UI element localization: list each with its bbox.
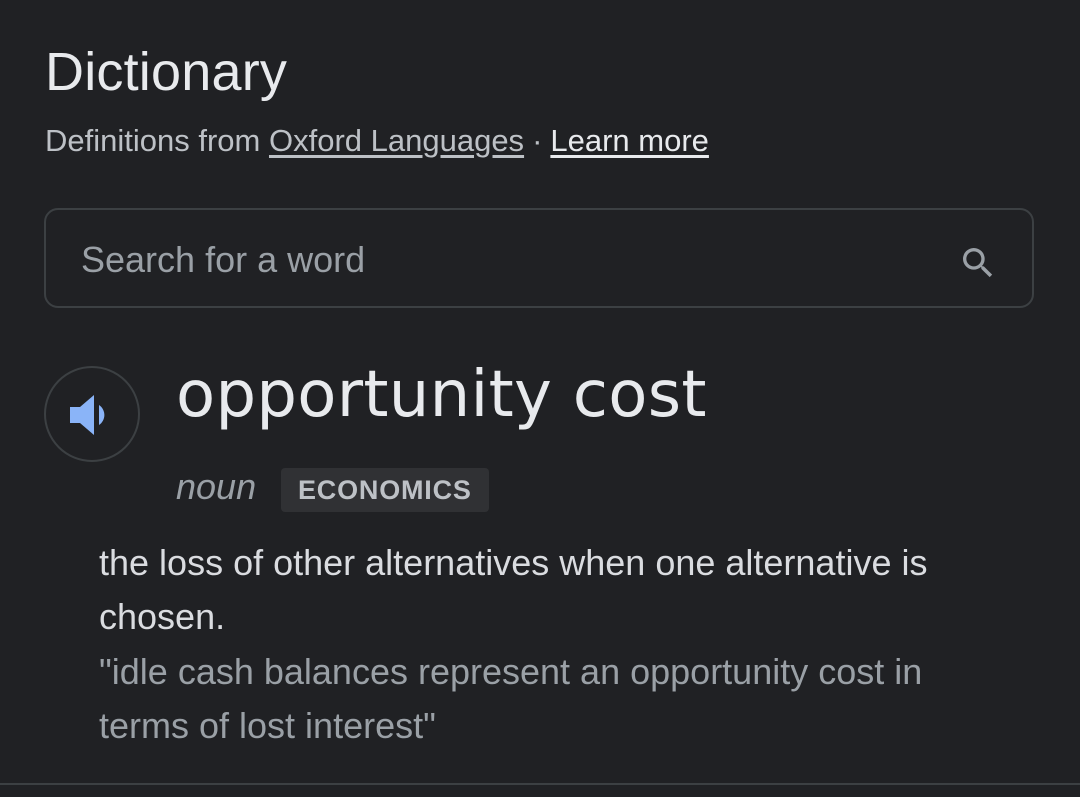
search-icon[interactable]: [958, 243, 998, 283]
source-line: Definitions from Oxford Languages · Learn …: [45, 121, 709, 161]
dictionary-card: Dictionary Definitions from Oxford Langu…: [0, 0, 1080, 797]
speaker-icon: [70, 395, 105, 435]
subject-label-badge: ECONOMICS: [281, 468, 489, 512]
example-sentence: "idle cash balances represent an opportu…: [99, 651, 923, 746]
separator-dot: ·: [532, 123, 543, 158]
bottom-divider: [0, 783, 1080, 785]
pronunciation-button[interactable]: [44, 366, 140, 462]
headword: opportunity cost: [176, 358, 707, 432]
learn-more-link[interactable]: Learn more: [550, 123, 709, 158]
definition-text: the loss of other alternatives when one …: [99, 542, 928, 637]
oxford-languages-link[interactable]: Oxford Languages: [269, 123, 524, 158]
dictionary-title: Dictionary: [45, 42, 288, 102]
search-input[interactable]: [79, 232, 923, 288]
part-of-speech: noun: [176, 466, 257, 507]
source-prefix: Definitions from: [45, 123, 261, 158]
search-box[interactable]: [44, 208, 1034, 308]
